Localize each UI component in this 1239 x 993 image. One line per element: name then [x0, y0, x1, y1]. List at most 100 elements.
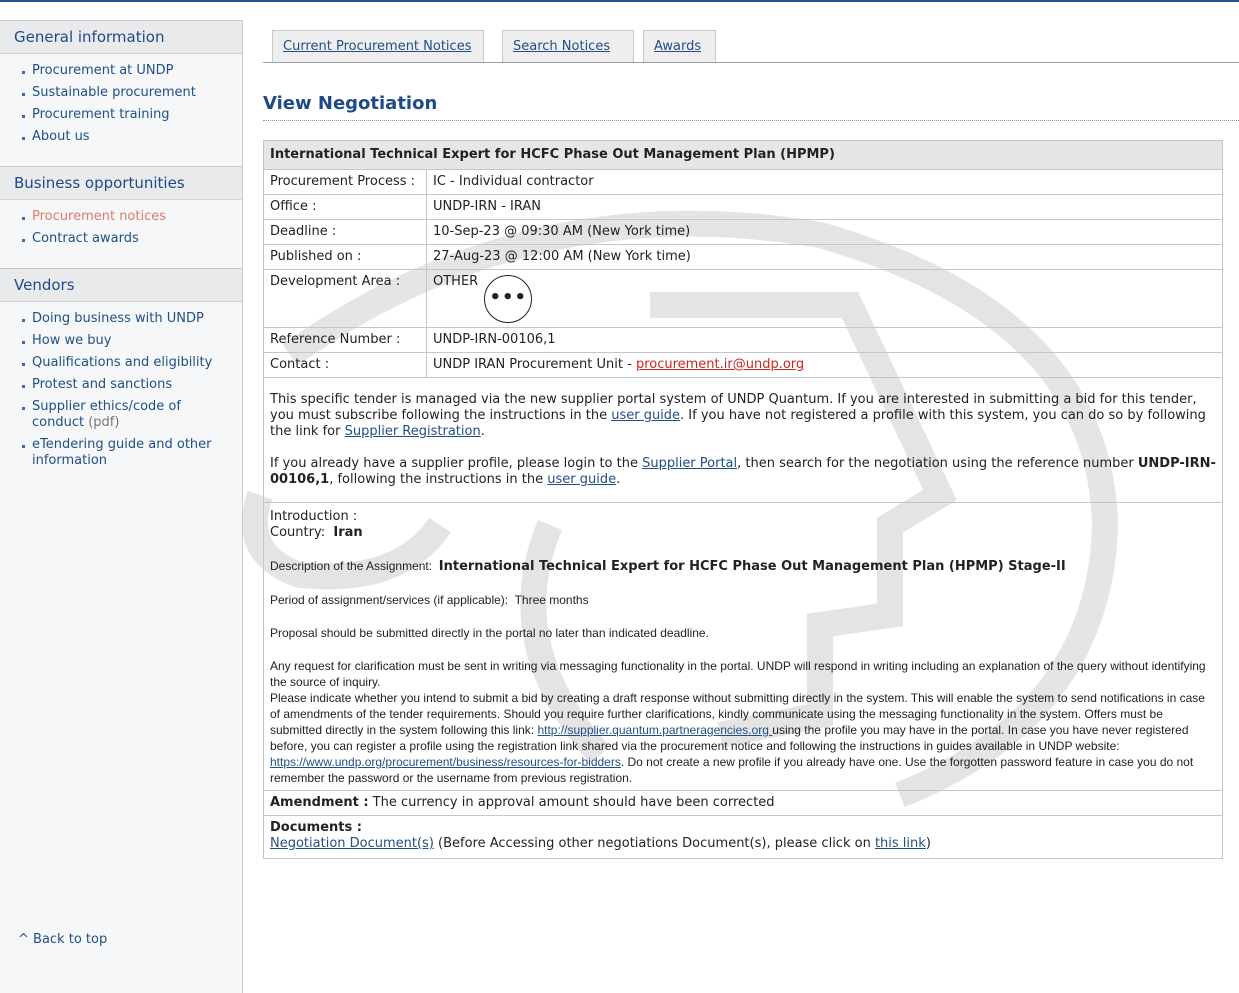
- development-area-label: Development Area :: [263, 269, 427, 328]
- sidebar-item: Procurement notices: [0, 206, 242, 228]
- sidebar-link-about-us[interactable]: About us: [32, 129, 90, 144]
- table-row: Introduction : Country: Iran Description…: [263, 502, 1223, 791]
- sidebar-link-doing-business[interactable]: Doing business with UNDP: [32, 311, 204, 326]
- portal-paragraph-2: If you already have a supplier profile, …: [270, 456, 1216, 488]
- text: ): [925, 836, 931, 851]
- back-to-top-link[interactable]: ^ Back to top: [18, 932, 107, 947]
- sidebar-item: Qualifications and eligibility: [0, 352, 242, 374]
- table-header-row: International Technical Expert for HCFC …: [263, 140, 1223, 170]
- procurement-process-label: Procurement Process :: [263, 169, 427, 195]
- introduction-label: Introduction :: [270, 509, 358, 524]
- reference-number-value: UNDP-IRN-00106,1: [426, 327, 1223, 353]
- clarification-text: Any request for clarification must be se…: [270, 659, 1206, 689]
- introduction-section: Introduction : Country: Iran Description…: [263, 502, 1223, 791]
- documents-cell: Documents : Negotiation Document(s) (Bef…: [263, 815, 1223, 859]
- supplier-portal-link[interactable]: Supplier Portal: [642, 456, 737, 471]
- undp-resources-link[interactable]: https://www.undp.org/procurement/busines…: [270, 755, 621, 769]
- negotiation-documents-link[interactable]: Negotiation Document(s): [270, 836, 434, 851]
- top-border: [0, 0, 1239, 2]
- this-link[interactable]: this link: [875, 836, 926, 851]
- sidebar-list-general: Procurement at UNDP Sustainable procurem…: [0, 54, 242, 160]
- user-guide-link-2[interactable]: user guide: [547, 472, 616, 487]
- table-row: Deadline : 10-Sep-23 @ 09:30 AM (New Yor…: [263, 219, 1223, 245]
- contact-value: UNDP IRAN Procurement Unit -: [433, 357, 636, 372]
- sidebar-link-etendering-guide[interactable]: eTendering guide and other information: [32, 437, 212, 468]
- sidebar-link-procurement-at-undp[interactable]: Procurement at UNDP: [32, 63, 173, 78]
- sidebar-list-business: Procurement notices Contract awards: [0, 200, 242, 262]
- sidebar-link-procurement-training[interactable]: Procurement training: [32, 107, 170, 122]
- sidebar-item: Supplier ethics/code of conduct (pdf): [0, 396, 242, 434]
- deadline-label: Deadline :: [263, 219, 427, 245]
- sidebar-item: Doing business with UNDP: [0, 308, 242, 330]
- contact-cell: UNDP IRAN Procurement Unit - procurement…: [426, 352, 1223, 378]
- amendment-cell: Amendment : The currency in approval amo…: [263, 790, 1223, 816]
- development-area-cell: OTHER •••: [426, 269, 1223, 328]
- table-row: Reference Number : UNDP-IRN-00106,1: [263, 327, 1223, 353]
- negotiation-detail-table: International Technical Expert for HCFC …: [263, 140, 1223, 859]
- sidebar-item: Contract awards: [0, 228, 242, 250]
- text: , following the instructions in the: [329, 472, 548, 487]
- title-divider: [263, 120, 1239, 121]
- page-title: View Negotiation: [263, 93, 438, 114]
- text: , then search for the negotiation using …: [737, 456, 1138, 471]
- supplier-registration-link[interactable]: Supplier Registration: [345, 424, 481, 439]
- sidebar-link-qualifications[interactable]: Qualifications and eligibility: [32, 355, 212, 370]
- table-row: Documents : Negotiation Document(s) (Bef…: [263, 815, 1223, 859]
- table-row: Development Area : OTHER •••: [263, 269, 1223, 328]
- pdf-note: (pdf): [88, 415, 120, 430]
- table-row: Amendment : The currency in approval amo…: [263, 790, 1223, 816]
- text: .: [480, 424, 485, 439]
- table-row: Procurement Process : IC - Individual co…: [263, 169, 1223, 195]
- tab-current-procurement-notices[interactable]: Current Procurement Notices: [272, 30, 484, 62]
- contact-email-link[interactable]: procurement.ir@undp.org: [636, 357, 804, 372]
- sidebar-heading-general: General information: [0, 21, 242, 54]
- period-label: Period of assignment/services (if applic…: [270, 593, 509, 607]
- sidebar-heading-business: Business opportunities: [0, 167, 242, 200]
- office-label: Office :: [263, 194, 427, 220]
- sidebar-link-procurement-notices[interactable]: Procurement notices: [32, 209, 166, 224]
- published-label: Published on :: [263, 244, 427, 270]
- description-label: Description of the Assignment:: [270, 559, 433, 573]
- published-value: 27-Aug-23 @ 12:00 AM (New York time): [426, 244, 1223, 270]
- table-row: This specific tender is managed via the …: [263, 377, 1223, 503]
- sidebar-item: Protest and sanctions: [0, 374, 242, 396]
- tab-bar: Current Procurement Notices Search Notic…: [263, 20, 1239, 63]
- more-options-button[interactable]: •••: [484, 275, 533, 323]
- sidebar-link-sustainable-procurement[interactable]: Sustainable procurement: [32, 85, 196, 100]
- sidebar-list-vendors: Doing business with UNDP How we buy Qual…: [0, 302, 242, 484]
- contact-label: Contact :: [263, 352, 427, 378]
- portal-instructions: This specific tender is managed via the …: [263, 377, 1223, 503]
- supplier-quantum-link[interactable]: http://supplier.quantum.partneragencies.…: [537, 723, 772, 737]
- sidebar-item: eTendering guide and other information: [0, 434, 242, 472]
- sidebar-item: How we buy: [0, 330, 242, 352]
- table-row: Office : UNDP-IRN - IRAN: [263, 194, 1223, 220]
- tab-awards[interactable]: Awards: [643, 30, 716, 62]
- user-guide-link[interactable]: user guide: [611, 408, 680, 423]
- tab-search-notices[interactable]: Search Notices: [502, 30, 634, 62]
- procurement-process-value: IC - Individual contractor: [426, 169, 1223, 195]
- sidebar-link-how-we-buy[interactable]: How we buy: [32, 333, 111, 348]
- country-value: Iran: [333, 525, 363, 540]
- notice-title: International Technical Expert for HCFC …: [263, 140, 1223, 170]
- amendment-value: The currency in approval amount should h…: [368, 795, 775, 810]
- development-area-value: OTHER: [433, 274, 479, 289]
- documents-label: Documents :: [270, 820, 362, 835]
- amendment-label: Amendment :: [270, 795, 369, 810]
- office-value: UNDP-IRN - IRAN: [426, 194, 1223, 220]
- period-line: Period of assignment/services (if applic…: [270, 592, 1216, 608]
- text: (Before Accessing other negotiations Doc…: [433, 836, 875, 851]
- text: .: [616, 472, 621, 487]
- deadline-value: 10-Sep-23 @ 09:30 AM (New York time): [426, 219, 1223, 245]
- description-line: Description of the Assignment: Internati…: [270, 558, 1216, 575]
- sidebar-link-protest-sanctions[interactable]: Protest and sanctions: [32, 377, 172, 392]
- description-value: International Technical Expert for HCFC …: [438, 559, 1066, 574]
- sidebar-link-contract-awards[interactable]: Contract awards: [32, 231, 139, 246]
- portal-paragraph-1: This specific tender is managed via the …: [270, 392, 1216, 440]
- sidebar-heading-vendors: Vendors: [0, 269, 242, 302]
- country-line: Country: Iran: [270, 525, 1216, 541]
- period-value: Three months: [514, 593, 589, 607]
